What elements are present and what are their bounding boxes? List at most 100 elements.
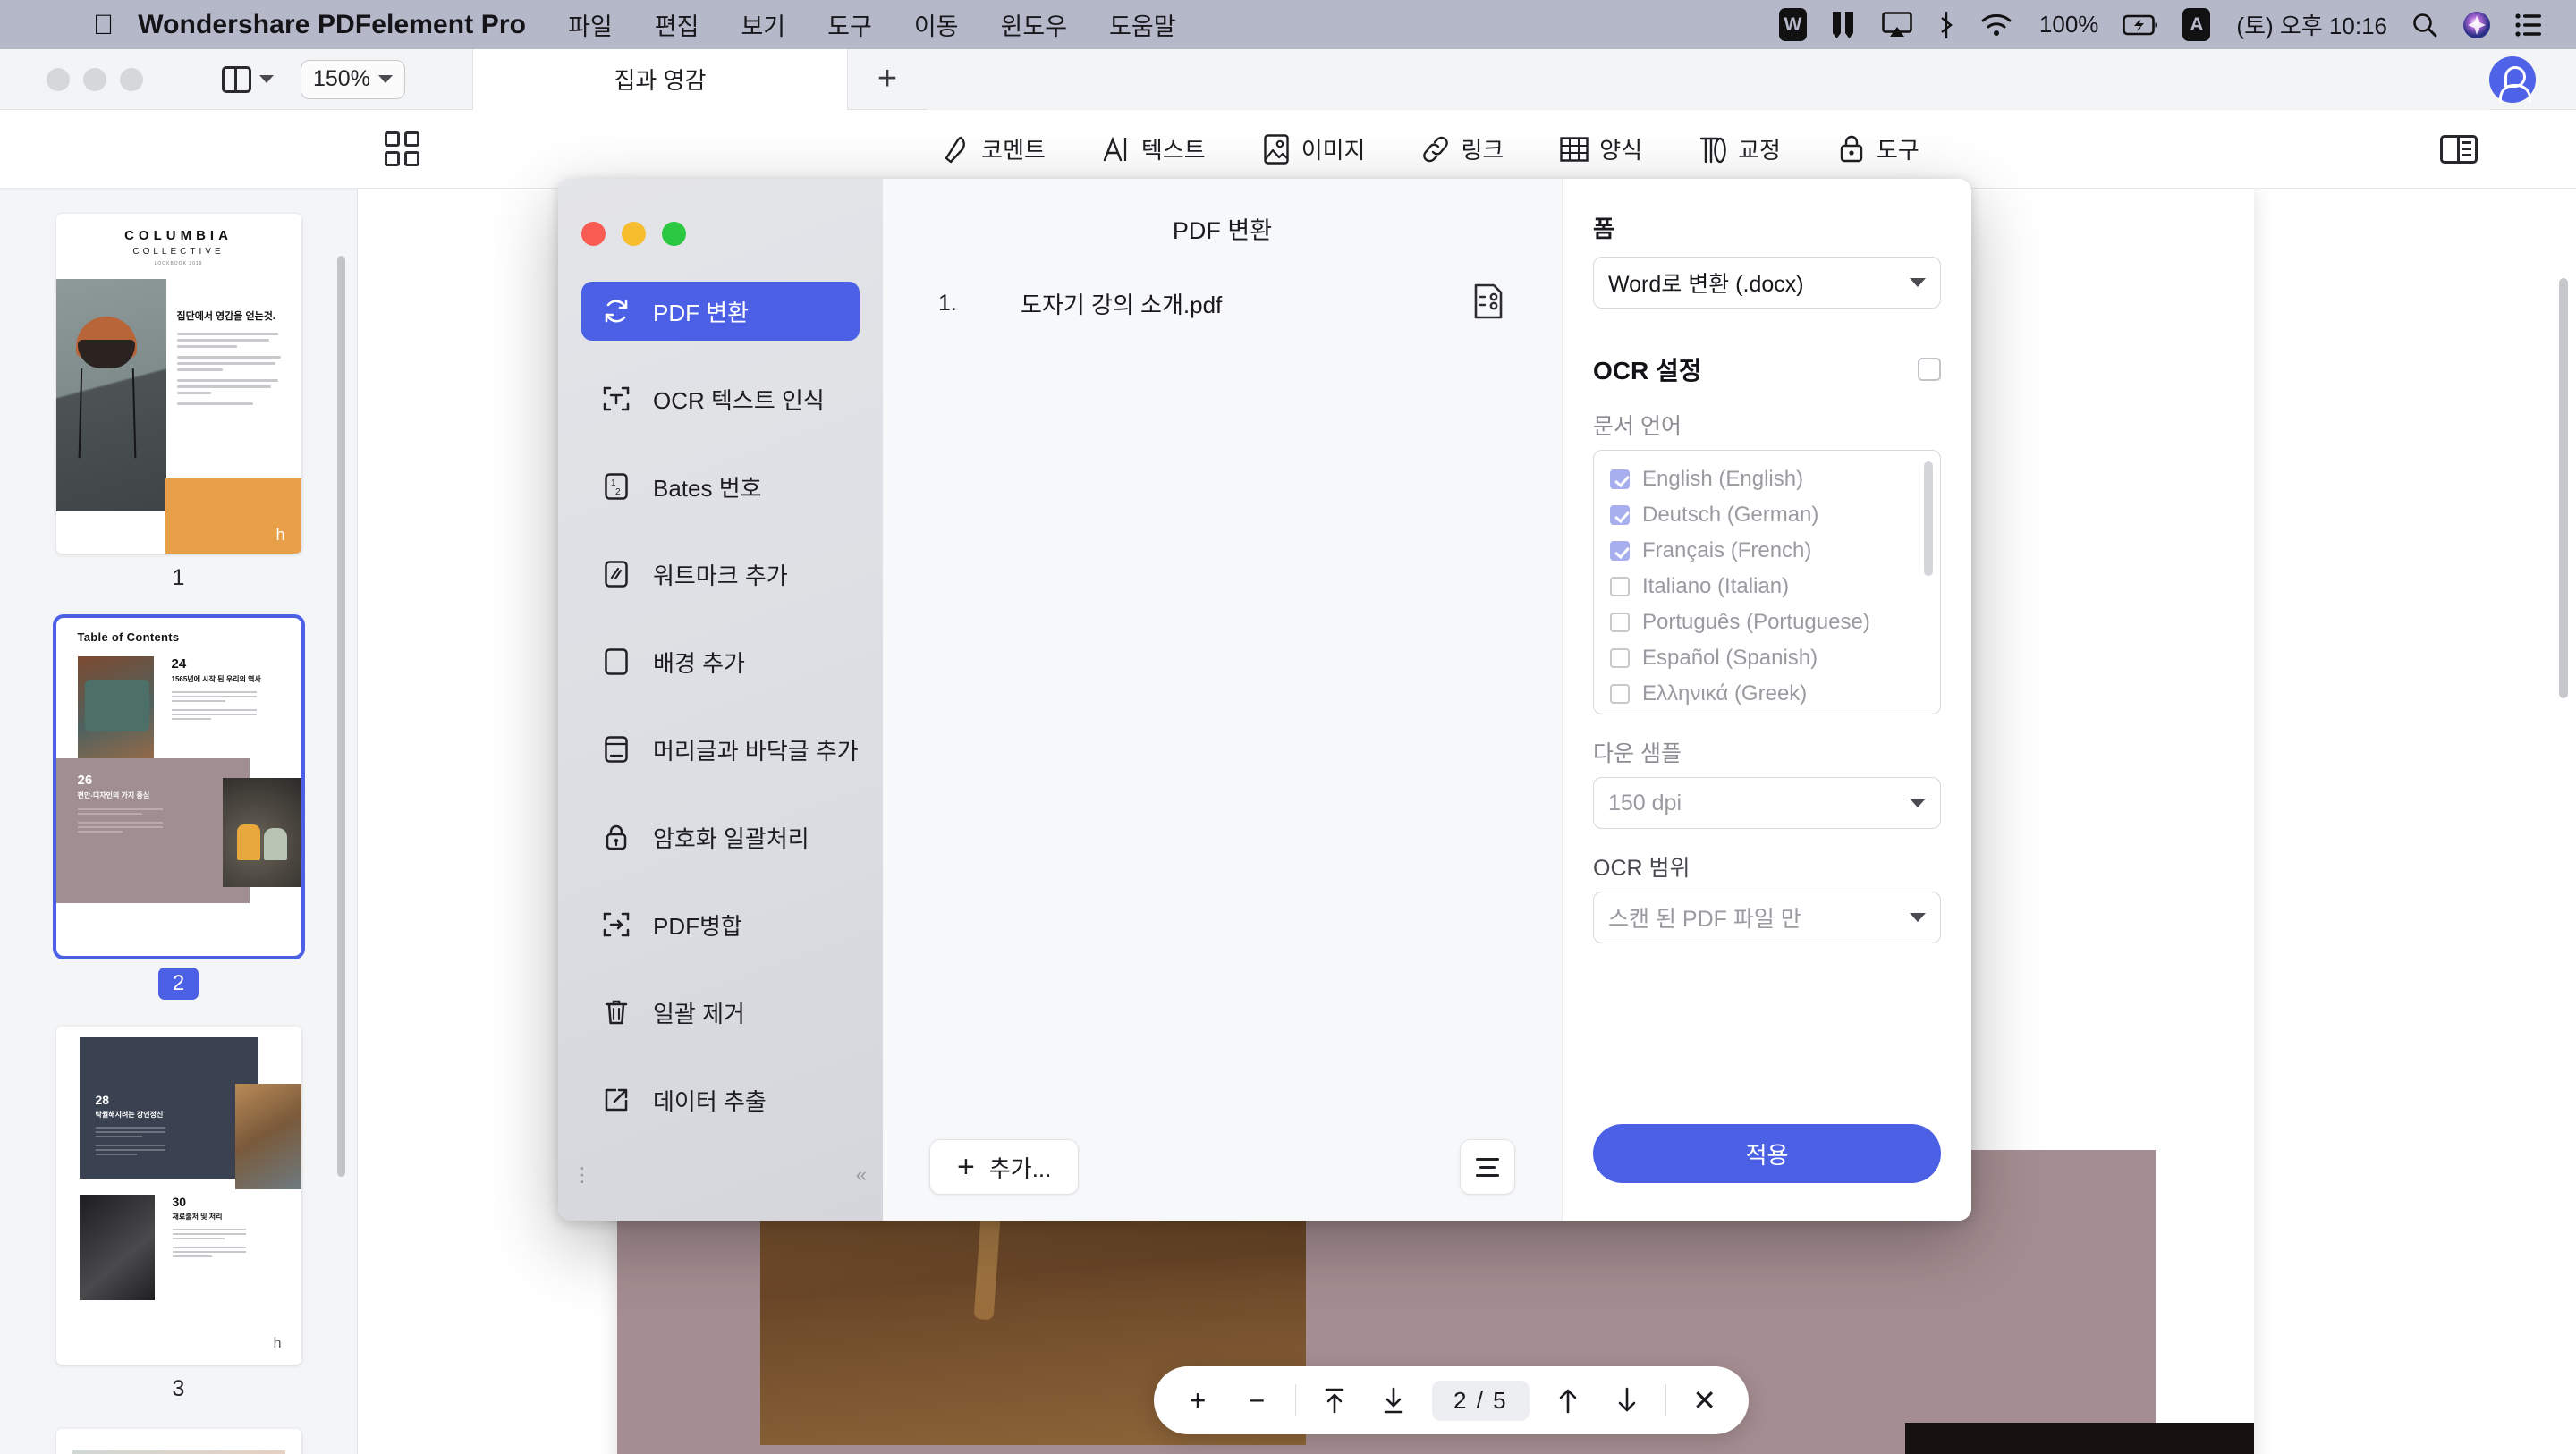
battery-charging-icon[interactable] [2123, 13, 2158, 37]
chevron-down-icon[interactable] [377, 75, 393, 83]
sidebar-layout-icon[interactable] [222, 65, 251, 93]
first-page-button[interactable] [1314, 1380, 1355, 1421]
file-row[interactable]: 1. 도자기 강의 소개.pdf [883, 278, 1562, 328]
control-center-icon[interactable] [2515, 13, 2542, 37]
sidebar-item-ocr[interactable]: OCR 텍스트 인식 [581, 369, 860, 428]
add-file-button[interactable]: + 추가... [929, 1139, 1080, 1195]
spotlight-search-icon[interactable] [2411, 12, 2438, 38]
hamburger-menu-icon[interactable] [1460, 1139, 1515, 1195]
language-checkbox[interactable] [1610, 577, 1630, 596]
toolbar-item-link[interactable]: 링크 [1420, 132, 1504, 165]
close-pagenav-button[interactable]: ✕ [1684, 1380, 1725, 1421]
dialog-minimize-button[interactable] [622, 222, 646, 246]
page-thumbnail-4[interactable] [55, 1429, 301, 1454]
macos-menu-bar:  Wondershare PDFelement Pro 파일 편집 보기 도구… [0, 0, 2576, 49]
apple-logo-icon[interactable]:  [93, 11, 114, 38]
language-row[interactable]: Deutsch (German) [1594, 497, 1940, 533]
zoom-level-control[interactable]: 150% [301, 59, 405, 99]
language-checkbox[interactable] [1610, 541, 1630, 561]
language-checkbox[interactable] [1610, 469, 1630, 489]
language-checkbox[interactable] [1610, 684, 1630, 704]
document-properties-icon[interactable] [1474, 283, 1503, 324]
language-checkbox[interactable] [1610, 613, 1630, 632]
window-minimize-button[interactable] [83, 67, 106, 91]
page-indicator[interactable]: 2 / 5 [1432, 1380, 1530, 1421]
format-select[interactable]: Word로 변환 (.docx) [1593, 257, 1941, 309]
tab-document[interactable]: 집과 영감 [471, 48, 848, 110]
page-thumbnail-2[interactable]: Table of Contents 24 1565년에 시작 된 우리의 역사 … [52, 614, 305, 959]
language-row[interactable]: Ελληνικά (Greek) [1594, 676, 1940, 712]
next-page-button[interactable] [1606, 1380, 1648, 1421]
view-mode-control[interactable] [222, 65, 274, 93]
app-name-label[interactable]: Wondershare PDFelement Pro [138, 10, 526, 40]
chevron-down-icon[interactable] [259, 75, 274, 83]
ocr-settings-checkbox[interactable] [1918, 358, 1941, 381]
last-page-button[interactable] [1373, 1380, 1414, 1421]
sidebar-grip-left[interactable]: ⋮ [572, 1163, 592, 1187]
new-tab-button[interactable]: + [848, 49, 927, 110]
downsample-select[interactable]: 150 dpi [1593, 777, 1941, 829]
toolbar-item-text[interactable]: 텍스트 [1101, 132, 1206, 165]
menu-file[interactable]: 파일 [568, 7, 613, 42]
siri-icon[interactable] [2462, 11, 2491, 39]
sidebar-item-encrypt[interactable]: 암호화 일괄처리 [581, 807, 860, 866]
sidebar-item-extract-data[interactable]: 데이터 추출 [581, 1070, 860, 1129]
zoom-in-button[interactable]: + [1177, 1380, 1218, 1421]
sidebar-item-bates[interactable]: 12 Bates 번호 [581, 457, 860, 516]
dialog-maximize-button[interactable] [662, 222, 686, 246]
window-close-button[interactable] [47, 67, 70, 91]
window-maximize-button[interactable] [120, 67, 143, 91]
document-scrollbar[interactable] [2559, 278, 2568, 698]
right-panel-toggle-icon[interactable] [2440, 134, 2478, 164]
dialog-close-button[interactable] [581, 222, 606, 246]
language-checkbox[interactable] [1610, 648, 1630, 668]
apply-button[interactable]: 적용 [1593, 1124, 1941, 1183]
sidebar-item-pdf-convert[interactable]: PDF 변환 [581, 282, 860, 341]
app-icon[interactable] [1831, 10, 1858, 40]
language-list[interactable]: English (English) Deutsch (German) Franç… [1593, 450, 1941, 714]
menu-tools[interactable]: 도구 [827, 7, 872, 42]
input-source-icon[interactable]: A [2182, 8, 2211, 41]
sidebar-item-header-footer[interactable]: 머리글과 바닥글 추가 [581, 720, 860, 779]
toolbar-item-comment[interactable]: 코멘트 [941, 132, 1046, 165]
menu-help[interactable]: 도움말 [1109, 7, 1176, 42]
grid-view-icon[interactable] [385, 131, 420, 167]
language-row[interactable]: Português (Portuguese) [1594, 604, 1940, 640]
dialog-sidebar: PDF 변환 OCR 텍스트 인식 12 Bates 번호 워트마크 추가 배경… [558, 179, 883, 1221]
sidebar-collapse-handle[interactable]: « [856, 1163, 867, 1187]
toolbar-item-tools[interactable]: 도구 [1836, 132, 1919, 165]
language-checkbox[interactable] [1610, 505, 1630, 525]
menubar-clock[interactable]: (토) 오후 10:16 [2236, 8, 2387, 41]
sidebar-item-watermark[interactable]: 워트마크 추가 [581, 545, 860, 604]
toolbar-item-form[interactable]: 양식 [1559, 132, 1642, 165]
previous-page-button[interactable] [1547, 1380, 1589, 1421]
plus-icon: + [957, 1150, 975, 1184]
zoom-out-button[interactable]: − [1236, 1380, 1277, 1421]
wps-icon[interactable]: W [1778, 8, 1807, 41]
user-avatar[interactable] [2489, 55, 2536, 103]
ocr-range-select[interactable]: 스캔 된 PDF 파일 만 [1593, 892, 1941, 943]
wifi-icon[interactable] [1980, 13, 2012, 38]
menu-go[interactable]: 이동 [914, 7, 959, 42]
sidebar-item-merge[interactable]: PDF병합 [581, 895, 860, 954]
airplay-icon[interactable] [1882, 11, 1912, 38]
bluetooth-icon[interactable] [1936, 11, 1956, 39]
toolbar-item-redact[interactable]: 교정 [1698, 132, 1781, 165]
sidebar-item-background[interactable]: 배경 추가 [581, 632, 860, 691]
window-traffic-lights[interactable] [47, 67, 143, 91]
language-row[interactable]: English (English) [1594, 461, 1940, 497]
language-row[interactable]: Español (Spanish) [1594, 640, 1940, 676]
language-row[interactable]: Français (French) [1594, 533, 1940, 569]
sidebar-item-label: PDF 변환 [653, 299, 750, 326]
toolbar-item-image[interactable]: 이미지 [1261, 132, 1365, 165]
thumbnail-scrollbar[interactable] [337, 256, 345, 1177]
page-thumbnail-sidebar[interactable]: COLUMBIA COLLECTIVE LOOKBOOK 2019 집단에서 영… [0, 189, 358, 1454]
language-list-scrollbar[interactable] [1924, 461, 1933, 576]
menu-window[interactable]: 윈도우 [1001, 7, 1068, 42]
menu-edit[interactable]: 편집 [655, 7, 699, 42]
page-thumbnail-1[interactable]: COLUMBIA COLLECTIVE LOOKBOOK 2019 집단에서 영… [55, 214, 301, 554]
menu-view[interactable]: 보기 [741, 7, 785, 42]
sidebar-item-batch-remove[interactable]: 일괄 제거 [581, 983, 860, 1042]
language-row[interactable]: Italiano (Italian) [1594, 569, 1940, 604]
page-thumbnail-3[interactable]: 28 탁월해지려는 장인정신 30 재료출처 및 처리 h [55, 1027, 301, 1365]
